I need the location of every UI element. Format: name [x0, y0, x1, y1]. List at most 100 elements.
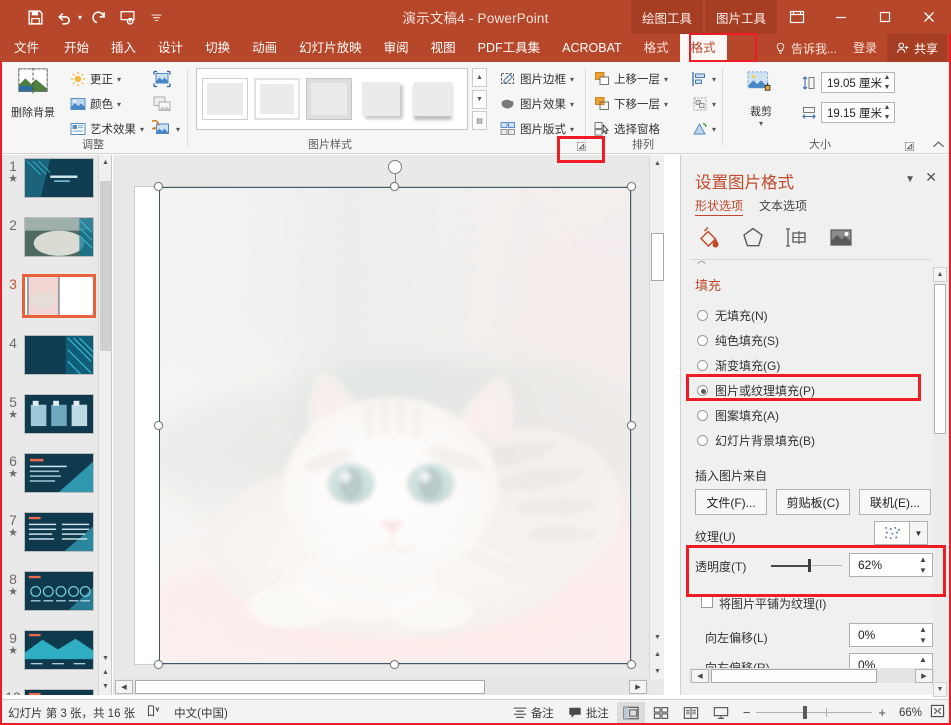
- shape-width-input[interactable]: 19.15 厘米 ▲▼: [821, 102, 895, 123]
- slide-sorter-view-button[interactable]: [647, 702, 675, 724]
- picture-style-thumb[interactable]: [202, 78, 248, 120]
- picture-effects-button[interactable]: 图片效果 ▾: [500, 93, 574, 115]
- group-objects-button[interactable]: ▾: [692, 93, 716, 115]
- pane-options-dropdown-icon[interactable]: ▼: [905, 174, 915, 185]
- thumbnail-scroll-down-icon[interactable]: ▼: [99, 651, 112, 665]
- slide-scroll-down-icon[interactable]: ▼: [650, 629, 665, 645]
- picture-border-button[interactable]: 图片边框 ▾: [500, 68, 574, 90]
- picture-border-dropdown-icon[interactable]: ▾: [570, 75, 574, 84]
- slide-preview[interactable]: [24, 689, 94, 695]
- radio-no-fill[interactable]: [697, 310, 708, 321]
- gallery-more-icon[interactable]: ▤: [472, 111, 487, 130]
- width-spinner[interactable]: ▲▼: [880, 103, 894, 122]
- corrections-dropdown-icon[interactable]: ▾: [117, 75, 121, 84]
- handle-middle-right[interactable]: [627, 421, 636, 430]
- size-properties-icon[interactable]: [783, 224, 811, 252]
- crop-dropdown-icon[interactable]: ▾: [759, 119, 763, 128]
- slide-thumbnail-pane[interactable]: 1★2345★6★7★8★9★10★ ▲ ▼ ▲ ▼: [0, 155, 112, 695]
- tab-design[interactable]: 设计: [147, 34, 194, 62]
- tab-animations[interactable]: 动画: [241, 34, 288, 62]
- picture-icon[interactable]: [827, 224, 855, 252]
- fit-slide-icon[interactable]: [930, 704, 945, 721]
- tab-file[interactable]: 文件: [0, 34, 53, 62]
- slide-preview[interactable]: [24, 335, 94, 375]
- insert-from-online-button[interactable]: 联机(E)...: [859, 489, 931, 515]
- normal-view-button[interactable]: [617, 702, 645, 724]
- offset-left-input[interactable]: 0% ▲▼: [849, 623, 933, 647]
- slide-preview[interactable]: [24, 217, 94, 257]
- remove-background-button[interactable]: 删除背景: [2, 66, 64, 120]
- thumbnail-scrollbar[interactable]: ▲ ▼ ▲ ▼: [98, 155, 111, 695]
- slide-preview[interactable]: [24, 512, 94, 552]
- next-slide-icon[interactable]: ▼: [650, 663, 665, 679]
- fill-option-gradient[interactable]: 渐变填充(G): [697, 357, 780, 374]
- texture-swatch-button[interactable]: [874, 521, 910, 545]
- insert-from-file-button[interactable]: 文件(F)...: [695, 489, 767, 515]
- handle-bottom-right[interactable]: [627, 660, 636, 669]
- tab-view[interactable]: 视图: [420, 34, 467, 62]
- zoom-in-button[interactable]: +: [878, 705, 886, 720]
- transparency-input[interactable]: 62% ▲▼: [849, 553, 933, 577]
- subtab-shape-options[interactable]: 形状选项: [695, 197, 743, 216]
- slide-vertical-scrollbar[interactable]: ▲ ▼ ▲ ▼: [649, 155, 664, 679]
- slide-thumbnail-5[interactable]: 5★: [0, 391, 111, 450]
- send-backward-button[interactable]: 下移一层 ▾: [594, 93, 668, 115]
- rotate-button[interactable]: ▾: [692, 118, 716, 140]
- sign-in-button[interactable]: 登录: [845, 34, 885, 62]
- radio-pattern-fill[interactable]: [697, 410, 708, 421]
- slide-scroll-up-icon[interactable]: ▲: [650, 155, 665, 171]
- slide-thumbnail-7[interactable]: 7★: [0, 509, 111, 568]
- zoom-slider-knob[interactable]: [803, 706, 807, 719]
- slide-thumbnail-3[interactable]: 3: [0, 273, 111, 332]
- handle-bottom-center[interactable]: [390, 660, 399, 669]
- redo-icon[interactable]: [85, 4, 111, 30]
- tab-transitions[interactable]: 切换: [194, 34, 241, 62]
- language-label[interactable]: 中文(中国): [174, 705, 228, 721]
- tile-picture-checkbox[interactable]: [701, 596, 713, 608]
- color-button[interactable]: 颜色 ▾: [70, 93, 121, 115]
- group-dropdown-icon[interactable]: ▾: [712, 100, 716, 109]
- transparency-slider-track-filled[interactable]: [771, 565, 809, 567]
- minimize-icon[interactable]: [819, 0, 863, 34]
- undo-icon[interactable]: [51, 4, 77, 30]
- slide-thumbnail-10[interactable]: 10★: [0, 686, 111, 695]
- picture-style-thumb[interactable]: [410, 78, 456, 120]
- rotation-handle[interactable]: [388, 160, 402, 174]
- gallery-scroll-down-icon[interactable]: ▼: [472, 90, 487, 109]
- handle-bottom-left[interactable]: [154, 660, 163, 669]
- tab-home[interactable]: 开始: [53, 34, 100, 62]
- tab-picture-format[interactable]: 格式: [680, 34, 727, 62]
- close-icon[interactable]: [907, 0, 951, 34]
- align-button[interactable]: ▾: [692, 68, 716, 90]
- slide-horizontal-scrollbar[interactable]: ◀ ▶: [113, 679, 649, 695]
- offset-left-spinner[interactable]: ▲▼: [916, 625, 930, 645]
- handle-top-center[interactable]: [390, 182, 399, 191]
- picture-effects-dropdown-icon[interactable]: ▾: [570, 100, 574, 109]
- bring-forward-dropdown-icon[interactable]: ▾: [664, 75, 668, 84]
- radio-slide-background-fill[interactable]: [697, 435, 708, 446]
- subtab-text-options[interactable]: 文本选项: [759, 197, 807, 216]
- tab-review[interactable]: 审阅: [373, 34, 420, 62]
- slide-thumbnail-6[interactable]: 6★: [0, 450, 111, 509]
- slide-preview[interactable]: [24, 453, 94, 493]
- thumbnail-prev-slide-icon[interactable]: ▲: [99, 665, 112, 679]
- fill-line-icon[interactable]: [695, 224, 723, 252]
- slide-editing-area[interactable]: ▲ ▼ ▲ ▼ ◀ ▶: [113, 155, 664, 695]
- radio-solid-fill[interactable]: [697, 335, 708, 346]
- send-backward-dropdown-icon[interactable]: ▾: [664, 100, 668, 109]
- pane-vertical-scrollbar[interactable]: ▲ ▼: [933, 267, 947, 697]
- change-picture-button[interactable]: [152, 93, 172, 115]
- corrections-button[interactable]: 更正 ▾: [70, 68, 121, 90]
- hscroll-right-icon[interactable]: ▶: [629, 680, 647, 694]
- slide-canvas[interactable]: [135, 187, 631, 664]
- slide-thumbnail-1[interactable]: 1★: [0, 155, 111, 214]
- bring-forward-button[interactable]: 上移一层 ▾: [594, 68, 668, 90]
- fill-option-none[interactable]: 无填充(N): [697, 307, 768, 324]
- fill-option-slide-background[interactable]: 幻灯片背景填充(B): [697, 432, 815, 449]
- fill-option-picture-texture[interactable]: 图片或纹理填充(P): [697, 382, 815, 399]
- thumbnail-scroll-thumb[interactable]: [100, 181, 111, 351]
- pane-hscroll-thumb[interactable]: [711, 669, 877, 683]
- pane-hscroll-right-icon[interactable]: ▶: [915, 669, 933, 683]
- handle-top-left[interactable]: [154, 182, 163, 191]
- undo-dropdown-icon[interactable]: ▾: [78, 13, 82, 22]
